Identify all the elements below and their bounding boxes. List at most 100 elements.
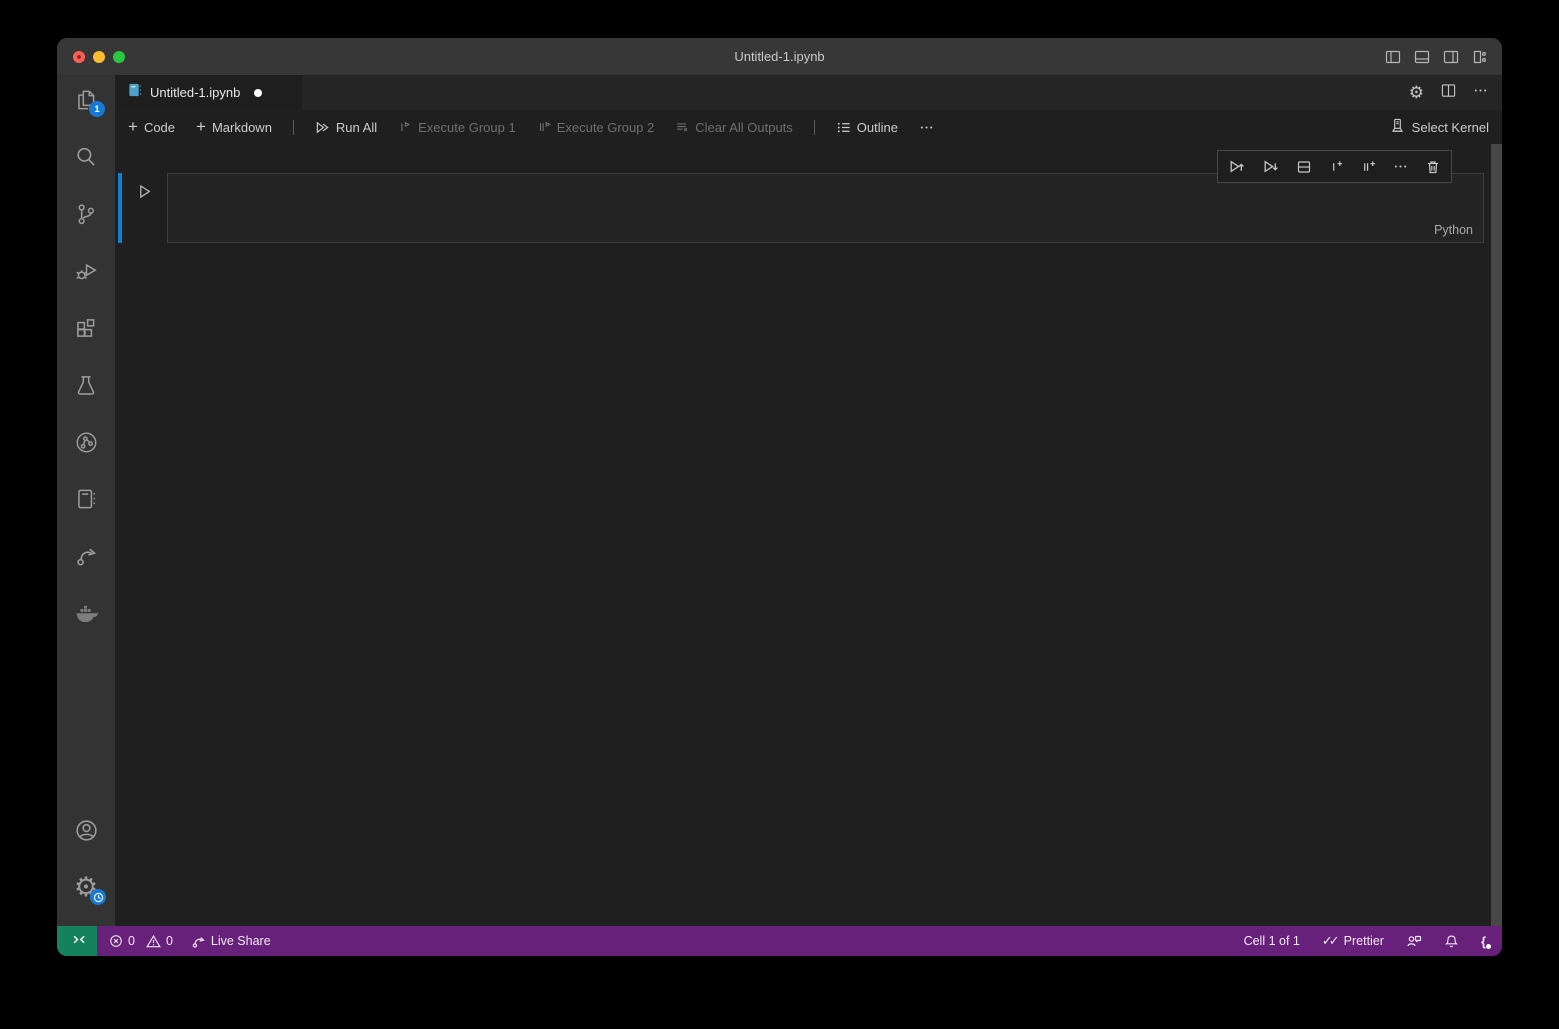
cell-more-actions-icon[interactable] (1393, 159, 1408, 174)
source-control-icon (73, 201, 99, 227)
status-bar: 0 0 Live Share Cell 1 of 1 ✓✓ (57, 926, 1502, 956)
delete-cell-icon[interactable] (1425, 159, 1441, 175)
sidebar-item-extensions[interactable] (57, 303, 115, 353)
add-markdown-cell-button[interactable]: + Markdown (196, 119, 272, 135)
notebook-toolbar: + Code + Markdown Run All (115, 110, 1502, 144)
settings-button[interactable]: ⚙ (57, 862, 115, 912)
feedback-button[interactable] (1406, 933, 1422, 949)
split-cell-icon[interactable] (1296, 159, 1312, 175)
select-kernel-button[interactable]: Select Kernel (1390, 118, 1489, 136)
titlebar: Untitled-1.ipynb (57, 38, 1502, 75)
explorer-badge: 1 (89, 101, 105, 117)
run-all-label: Run All (336, 120, 377, 135)
live-share-icon (191, 934, 206, 949)
add-code-cell-button[interactable]: + Code (128, 119, 175, 135)
execute-group-1-icon (398, 120, 412, 134)
sidebar-item-search[interactable] (57, 132, 115, 182)
notebook-cell: Python (115, 173, 1491, 243)
beaker-icon (73, 372, 99, 398)
sidebar-item-testing[interactable] (57, 360, 115, 410)
bell-icon (1444, 934, 1459, 949)
toggle-panel-icon[interactable] (1414, 49, 1430, 65)
braces-status-button[interactable]: { (1481, 935, 1486, 948)
run-all-button[interactable]: Run All (315, 120, 377, 135)
remote-icon (70, 932, 85, 950)
add-code-label: Code (144, 120, 175, 135)
notebook-icon (73, 486, 99, 512)
ellipsis-icon (919, 120, 934, 135)
account-button[interactable] (57, 805, 115, 855)
remote-indicator[interactable] (57, 926, 97, 956)
outline-icon (836, 120, 851, 135)
cell-language-picker[interactable]: Python (1434, 223, 1473, 237)
select-kernel-label: Select Kernel (1412, 120, 1489, 135)
kernel-server-icon (1390, 118, 1405, 136)
notebook-settings-gear-icon[interactable]: ⚙ (1409, 84, 1424, 101)
plus-icon: + (196, 118, 206, 135)
split-editor-icon[interactable] (1441, 83, 1456, 103)
notebook-editor: Python (115, 144, 1502, 926)
cell-position-label: Cell 1 of 1 (1244, 934, 1300, 948)
tab-untitled-1-ipynb[interactable]: Untitled-1.ipynb (115, 75, 302, 110)
check-all-icon: ✓✓ (1322, 933, 1336, 949)
notebook-file-icon (127, 82, 142, 103)
problems-indicator[interactable]: 0 0 (109, 934, 173, 949)
extensions-icon (73, 315, 99, 341)
live-share-label: Live Share (211, 934, 271, 948)
braces-icon: { (1481, 935, 1486, 948)
errors-count: 0 (128, 934, 135, 948)
clear-outputs-icon (675, 120, 689, 134)
sidebar-item-explorer[interactable]: 1 (57, 75, 115, 125)
add-to-group-1-icon[interactable] (1329, 159, 1344, 174)
activity-bar: 1 (57, 75, 115, 926)
scrollbar[interactable] (1491, 144, 1502, 926)
add-markdown-label: Markdown (212, 120, 272, 135)
execute-group-1-label: Execute Group 1 (418, 120, 516, 135)
tab-dirty-indicator[interactable] (254, 89, 262, 97)
run-cell-icon[interactable] (136, 183, 153, 205)
sidebar-item-git-history[interactable] (57, 417, 115, 467)
sidebar-item-live-share[interactable] (57, 531, 115, 581)
execute-group-2-label: Execute Group 2 (557, 120, 655, 135)
execute-above-cells-icon[interactable] (1228, 158, 1245, 175)
execute-cell-and-below-icon[interactable] (1262, 158, 1279, 175)
cell-position-indicator[interactable]: Cell 1 of 1 (1244, 934, 1300, 948)
cell-toolbar (1217, 150, 1452, 183)
outline-button[interactable]: Outline (836, 120, 898, 135)
toggle-primary-sidebar-icon[interactable] (1385, 49, 1401, 65)
clear-all-outputs-label: Clear All Outputs (695, 120, 793, 135)
git-graph-icon (73, 429, 100, 456)
search-icon (73, 144, 99, 170)
customize-layout-icon[interactable] (1472, 49, 1488, 65)
vscode-window: Untitled-1.ipynb (57, 38, 1502, 956)
sidebar-item-jupyter[interactable] (57, 474, 115, 524)
settings-clock-badge (90, 889, 106, 905)
prettier-label: Prettier (1344, 934, 1384, 948)
live-share-status[interactable]: Live Share (191, 934, 271, 949)
execute-group-2-button: Execute Group 2 (537, 120, 655, 135)
prettier-status[interactable]: ✓✓ Prettier (1322, 933, 1384, 949)
add-to-group-2-icon[interactable] (1361, 159, 1376, 174)
tab-label: Untitled-1.ipynb (150, 85, 240, 100)
sidebar-item-run-debug[interactable] (57, 246, 115, 296)
tab-bar: Untitled-1.ipynb ⚙ (115, 75, 1502, 110)
toolbar-separator (293, 120, 294, 135)
sidebar-item-docker[interactable] (57, 588, 115, 638)
plus-icon: + (128, 118, 138, 135)
cell-editor[interactable]: Python (167, 173, 1484, 243)
window-title: Untitled-1.ipynb (57, 49, 1502, 64)
docker-icon (72, 599, 100, 627)
run-debug-icon (73, 258, 99, 284)
toggle-secondary-sidebar-icon[interactable] (1443, 49, 1459, 65)
error-icon (109, 934, 123, 948)
execute-group-2-icon (537, 120, 551, 134)
execute-group-1-button: Execute Group 1 (398, 120, 516, 135)
warnings-count: 0 (166, 934, 173, 948)
toolbar-more-button[interactable] (919, 120, 934, 135)
clear-all-outputs-button: Clear All Outputs (675, 120, 793, 135)
more-actions-icon[interactable] (1473, 83, 1488, 103)
sidebar-item-source-control[interactable] (57, 189, 115, 239)
notifications-button[interactable] (1444, 934, 1459, 949)
run-all-icon (315, 120, 330, 135)
toolbar-separator (814, 120, 815, 135)
